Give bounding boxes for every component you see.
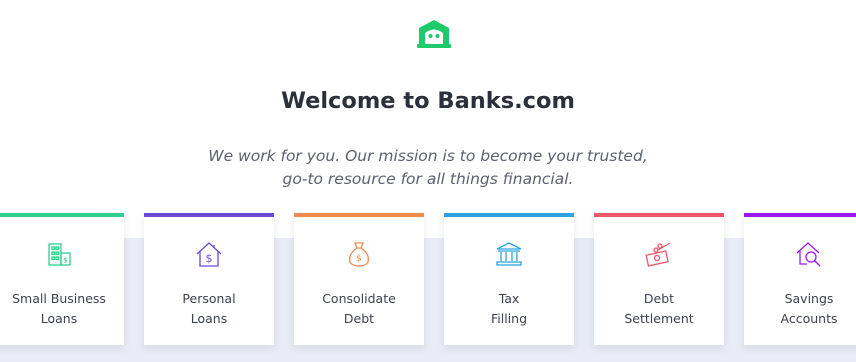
card-label-line2: Loans [40, 311, 78, 326]
mission-line-1: We work for you. Our mission is to becom… [208, 147, 648, 165]
house-dollar-icon: $ [194, 239, 224, 269]
card-label-line1: Consolidate [322, 291, 396, 306]
card-label: Debt Settlement [594, 289, 724, 329]
money-bag-icon: $ [344, 239, 374, 269]
card-savings-accounts[interactable]: Savings Accounts [744, 213, 856, 345]
card-label-line1: Savings [784, 291, 834, 306]
mission-statement: We work for you. Our mission is to becom… [0, 145, 856, 191]
svg-text:$: $ [63, 257, 67, 265]
card-label: Small Business Loans [0, 289, 124, 329]
business-building-icon: $ [44, 239, 74, 269]
page-title: Welcome to Banks.com [281, 88, 575, 114]
card-label-line1: Small Business [12, 291, 106, 306]
svg-text:$: $ [356, 254, 362, 264]
card-personal-loans[interactable]: $ Personal Loans [144, 213, 274, 345]
card-small-business-loans[interactable]: $ Small Business Loans [0, 213, 124, 345]
house-search-icon [794, 239, 824, 269]
card-debt-settlement[interactable]: Debt Settlement [594, 213, 724, 345]
card-label-line1: Tax [498, 291, 520, 306]
card-label: Consolidate Debt [294, 289, 424, 329]
card-label-line1: Personal [182, 291, 236, 306]
bank-logo-icon[interactable] [415, 18, 453, 50]
card-label: Personal Loans [144, 289, 274, 329]
cards-background-band [0, 238, 856, 362]
mission-line-2: go-to resource for all things financial. [282, 170, 574, 188]
card-label-line2: Loans [190, 311, 228, 326]
card-tax-filling[interactable]: Tax Filling [444, 213, 574, 345]
cash-cut-icon [644, 239, 674, 269]
card-label: Savings Accounts [744, 289, 856, 329]
card-label: Tax Filling [444, 289, 574, 329]
card-label-line2: Settlement [624, 311, 694, 326]
card-label-line2: Debt [343, 311, 375, 326]
card-label-line1: Debt [643, 291, 675, 306]
card-label-line2: Accounts [780, 311, 838, 326]
card-label-line2: Filling [490, 311, 528, 326]
bank-building-icon [494, 239, 524, 269]
card-consolidate-debt[interactable]: $ Consolidate Debt [294, 213, 424, 345]
svg-text:$: $ [206, 252, 213, 265]
